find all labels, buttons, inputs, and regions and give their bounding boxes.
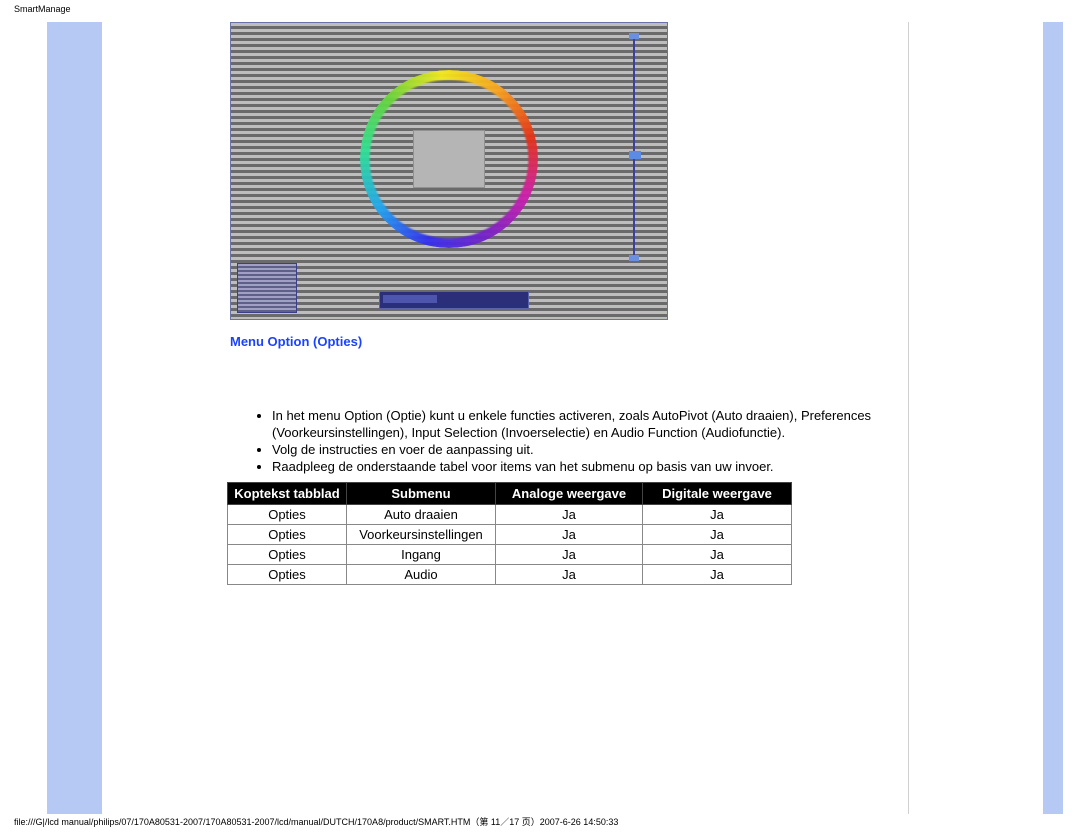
table-cell: Ja bbox=[643, 525, 792, 545]
content-area: Menu Option (Opties) In het menu Option … bbox=[102, 22, 908, 814]
right-accent-bar bbox=[1043, 22, 1063, 814]
options-table: Koptekst tabblad Submenu Analoge weergav… bbox=[227, 482, 792, 585]
table-cell: Audio bbox=[347, 565, 496, 585]
calibration-image bbox=[230, 22, 668, 320]
left-nav-bar bbox=[47, 22, 102, 814]
section-heading: Menu Option (Opties) bbox=[230, 334, 362, 349]
table-cell: Voorkeursinstellingen bbox=[347, 525, 496, 545]
description-list: In het menu Option (Optie) kunt u enkele… bbox=[258, 408, 886, 476]
task-bar bbox=[379, 291, 529, 309]
table-row: Opties Ingang Ja Ja bbox=[228, 545, 792, 565]
table-cell: Opties bbox=[228, 525, 347, 545]
table-cell: Ja bbox=[643, 505, 792, 525]
table-cell: Auto draaien bbox=[347, 505, 496, 525]
table-cell: Ja bbox=[496, 505, 643, 525]
table-cell: Opties bbox=[228, 565, 347, 585]
table-cell: Opties bbox=[228, 505, 347, 525]
center-box-icon bbox=[413, 130, 485, 188]
table-cell: Ja bbox=[496, 525, 643, 545]
table-row: Opties Auto draaien Ja Ja bbox=[228, 505, 792, 525]
table-cell: Ja bbox=[496, 565, 643, 585]
task-bar-item bbox=[383, 295, 437, 303]
list-item: In het menu Option (Optie) kunt u enkele… bbox=[272, 408, 886, 442]
page-title: SmartManage bbox=[14, 4, 71, 14]
table-cell: Opties bbox=[228, 545, 347, 565]
table-header-cell: Analoge weergave bbox=[496, 483, 643, 505]
table-row: Opties Voorkeursinstellingen Ja Ja bbox=[228, 525, 792, 545]
table-cell: Ja bbox=[643, 545, 792, 565]
thumbnail-image bbox=[237, 263, 297, 313]
table-cell: Ja bbox=[643, 565, 792, 585]
table-header-cell: Digitale weergave bbox=[643, 483, 792, 505]
vertical-scale-line bbox=[633, 37, 635, 257]
vertical-scale-bottom-cap bbox=[629, 255, 639, 261]
list-item: Volg de instructies en voer de aanpassin… bbox=[272, 442, 886, 459]
table-header-cell: Koptekst tabblad bbox=[228, 483, 347, 505]
table-cell: Ja bbox=[496, 545, 643, 565]
vertical-scale-mid-marker bbox=[629, 151, 641, 159]
table-row: Opties Audio Ja Ja bbox=[228, 565, 792, 585]
vertical-scale-top-cap bbox=[629, 33, 639, 39]
vertical-divider bbox=[908, 22, 909, 814]
list-item: Raadpleeg de onderstaande tabel voor ite… bbox=[272, 459, 886, 476]
table-header-cell: Submenu bbox=[347, 483, 496, 505]
table-cell: Ingang bbox=[347, 545, 496, 565]
footer-path: file:///G|/lcd manual/philips/07/170A805… bbox=[14, 815, 618, 828]
table-header-row: Koptekst tabblad Submenu Analoge weergav… bbox=[228, 483, 792, 505]
